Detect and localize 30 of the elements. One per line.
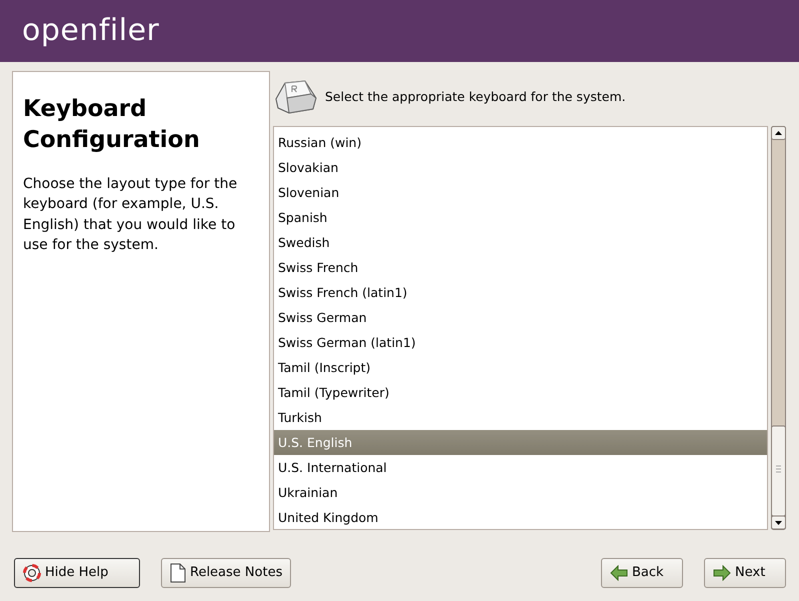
next-button[interactable]: Next <box>704 558 786 588</box>
keyboard-option[interactable]: Ukrainian <box>274 480 767 505</box>
keyboard-key-icon <box>273 79 319 115</box>
document-icon <box>170 563 186 583</box>
lifebuoy-icon <box>23 564 41 582</box>
help-title: Keyboard Configuration <box>23 95 201 156</box>
right-arrow-icon <box>713 565 731 581</box>
keyboard-option[interactable]: Swiss French <box>274 255 767 280</box>
keyboard-option[interactable]: Russian (win) <box>274 130 767 155</box>
logo: openfiler <box>22 16 160 46</box>
keyboard-option[interactable]: Turkish <box>274 405 767 430</box>
keyboard-option[interactable]: Swiss French (latin1) <box>274 280 767 305</box>
keyboard-option[interactable]: Tamil (Inscript) <box>274 355 767 380</box>
hide-help-button[interactable]: Hide Help <box>14 558 140 588</box>
back-button[interactable]: Back <box>601 558 683 588</box>
keyboard-option[interactable]: U.S. International <box>274 455 767 480</box>
keyboard-option[interactable]: Slovenian <box>274 180 767 205</box>
keyboard-option[interactable]: Swiss German (latin1) <box>274 330 767 355</box>
keyboard-option[interactable]: United Kingdom <box>274 505 767 529</box>
scrollbar[interactable] <box>771 126 786 530</box>
left-arrow-icon <box>610 565 628 581</box>
release-notes-button[interactable]: Release Notes <box>161 558 292 588</box>
help-text: Choose the layout type for the keyboard (for example, U.S. English) that you would like to use for the system. <box>23 175 238 255</box>
keyboard-option[interactable]: Swedish <box>274 230 767 255</box>
keyboard-option[interactable]: U.S. English <box>274 430 767 455</box>
keyboard-option[interactable]: Swiss German <box>274 305 767 330</box>
keyboard-option[interactable]: Slovakian <box>274 155 767 180</box>
keyboard-option[interactable]: Tamil (Typewriter) <box>274 380 767 405</box>
prompt-text: Select the appropriate keyboard for the system. <box>325 88 626 106</box>
keyboard-option[interactable]: Spanish <box>274 205 767 230</box>
